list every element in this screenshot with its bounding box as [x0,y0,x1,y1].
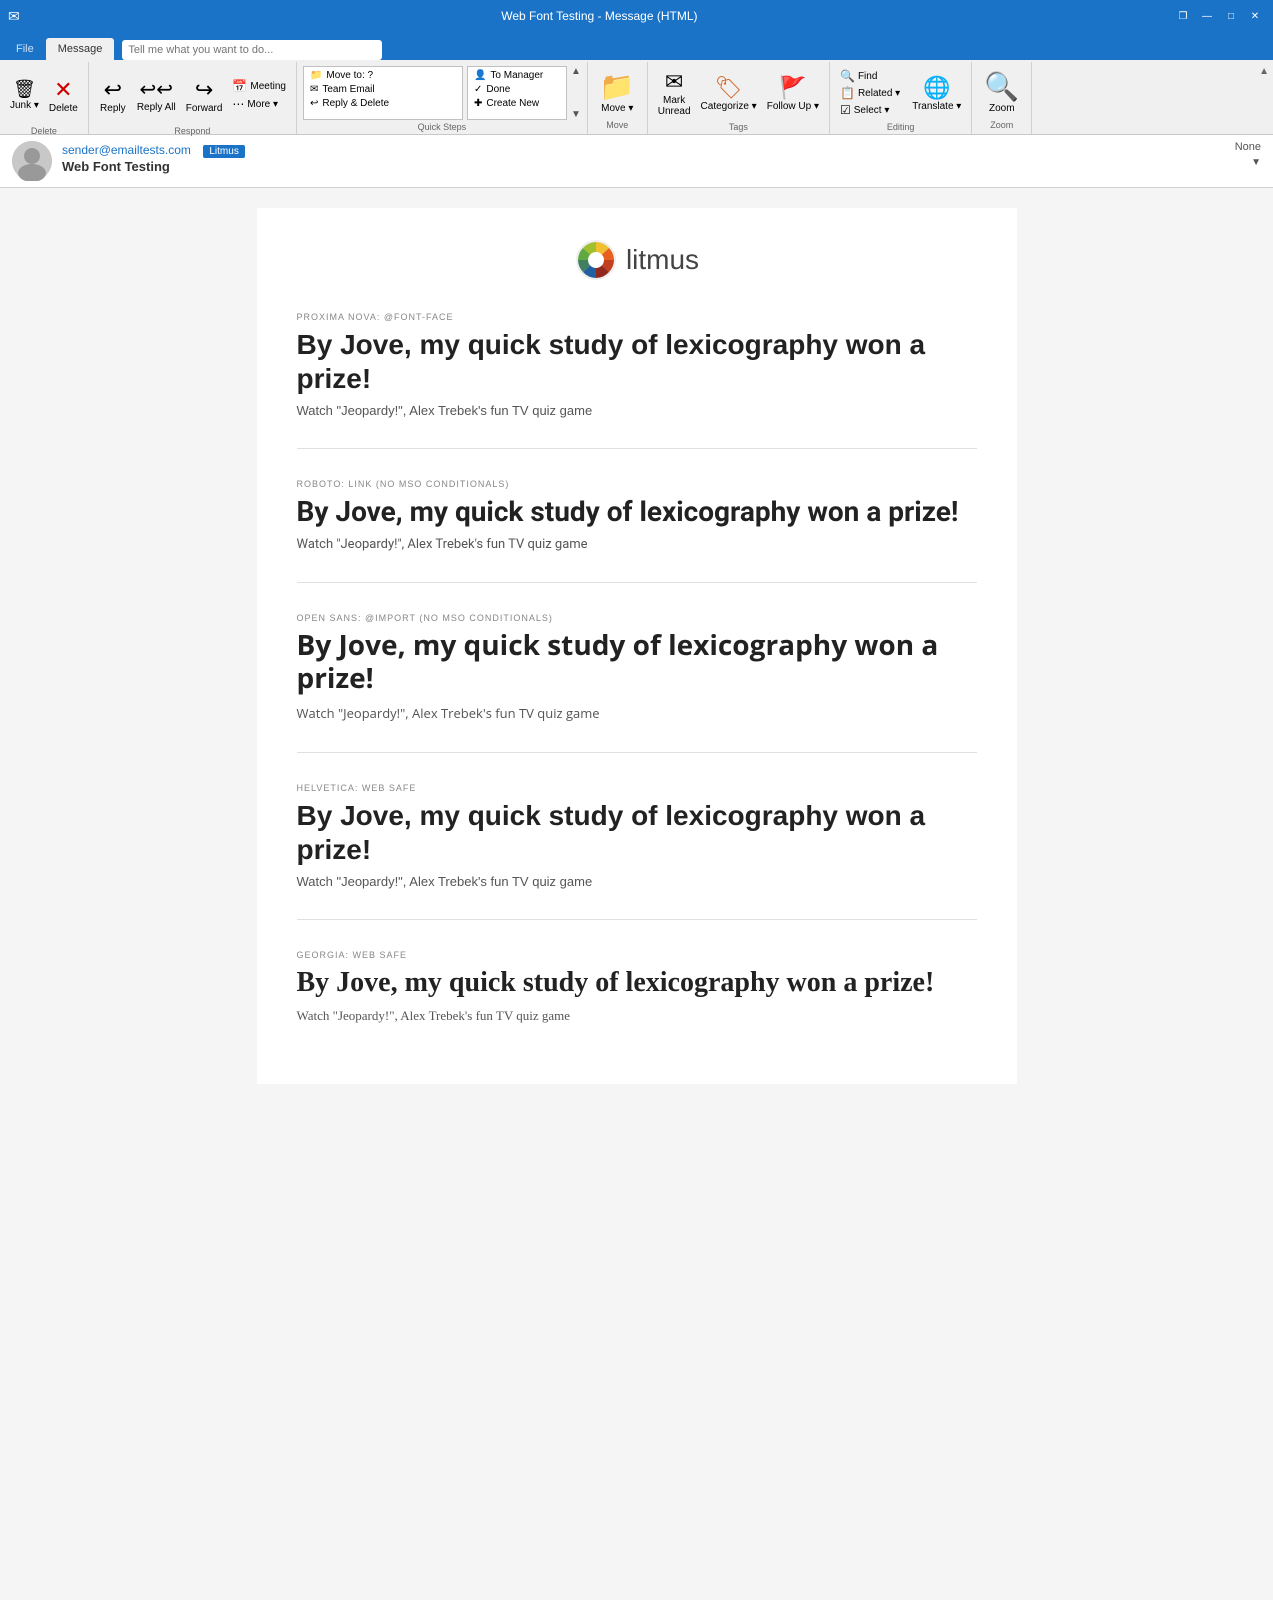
translate-button[interactable]: 🌐 Translate ▾ [908,66,965,120]
email-body: litmus PROXIMA NOVA: @FONT-FACE By Jove,… [257,208,1017,1084]
helvetica-label: HELVETICA: WEB SAFE [297,783,977,793]
email-subject: Web Font Testing [62,159,1225,174]
quick-steps-down[interactable]: ▼ [571,109,581,120]
opensans-heading: By Jove, my quick study of lexicography … [297,629,977,696]
email-content: litmus PROXIMA NOVA: @FONT-FACE By Jove,… [0,188,1273,1600]
window-title: Web Font Testing - Message (HTML) [26,9,1173,23]
font-section-opensans: OPEN SANS: @IMPORT (NO MSO CONDITIONALS)… [297,613,977,753]
sender-avatar [12,141,52,181]
quick-steps-up[interactable]: ▲ [571,66,581,77]
related-button[interactable]: 📋 Related ▾ [836,85,904,101]
quick-steps-label: Quick Steps [418,122,467,132]
email-info: sender@emailtests.com Litmus Web Font Te… [62,141,1225,174]
email-sender-line: sender@emailtests.com Litmus [62,141,1225,159]
window-controls: ❐ — □ ✕ [1173,6,1265,26]
quick-step-create-new[interactable]: ✚ Create New [470,97,564,110]
quick-step-team-email[interactable]: ✉ Team Email [306,83,460,96]
roboto-label: ROBOTO: LINK (NO MSO CONDITIONALS) [297,479,977,489]
move-button[interactable]: 📁 Move ▾ [594,66,641,118]
zoom-button[interactable]: 🔍 Zoom [978,66,1025,118]
email-header: sender@emailtests.com Litmus Web Font Te… [0,135,1273,188]
proxima-heading: By Jove, my quick study of lexicography … [297,328,977,395]
font-section-georgia: GEORGIA: WEB SAFE By Jove, my quick stud… [297,950,977,1054]
email-header-right: None ▼ [1235,141,1261,168]
more-button[interactable]: ⋯ More ▾ [228,96,290,112]
quick-steps-group: 📁 Move to: ? ✉ Team Email ↩ Reply & Dele… [297,62,588,134]
minimize-button[interactable]: — [1197,6,1217,26]
font-section-helvetica: HELVETICA: WEB SAFE By Jove, my quick st… [297,783,977,920]
maximize-button[interactable]: □ [1221,6,1241,26]
font-section-proxima: PROXIMA NOVA: @FONT-FACE By Jove, my qui… [297,312,977,449]
georgia-heading: By Jove, my quick study of lexicography … [297,966,977,1000]
tab-message[interactable]: Message [46,38,115,60]
zoom-label: Zoom [990,120,1013,130]
litmus-logo-icon [574,238,618,282]
quick-steps-panel-2: 👤 To Manager ✓ Done ✚ Create New [467,66,567,120]
helvetica-heading: By Jove, my quick study of lexicography … [297,799,977,866]
proxima-subtext: Watch "Jeopardy!", Alex Trebek's fun TV … [297,403,977,418]
editing-label: Editing [887,122,915,132]
reply-button[interactable]: ↩ Reply [95,66,131,124]
content-area: litmus PROXIMA NOVA: @FONT-FACE By Jove,… [0,188,1273,1600]
forward-button[interactable]: ↪ Forward [182,66,227,124]
ribbon: 🗑 Junk ▾ ✕ Delete Delete ↩ Reply ↩↩ [0,60,1273,135]
litmus-logo: litmus [297,238,977,282]
georgia-subtext: Watch "Jeopardy!", Alex Trebek's fun TV … [297,1008,977,1024]
tab-bar: File Message [0,32,1273,60]
meeting-button[interactable]: 📅 Meeting [228,78,290,94]
litmus-logo-text: litmus [626,244,699,276]
tags-label: Tags [729,122,748,132]
title-bar: ✉ Web Font Testing - Message (HTML) ❐ — … [0,0,1273,32]
junk-button[interactable]: 🗑 Junk ▾ [6,66,43,124]
font-sections: PROXIMA NOVA: @FONT-FACE By Jove, my qui… [297,312,977,1054]
ribbon-collapse-button[interactable]: ▲ [1259,62,1273,134]
delete-button[interactable]: ✕ Delete [45,66,82,124]
categorize-button[interactable]: 🏷 Categorize ▾ [697,66,761,120]
follow-up-button[interactable]: 🚩 Follow Up ▾ [763,66,823,120]
quick-step-done[interactable]: ✓ Done [470,83,564,96]
sender-email: sender@emailtests.com [62,143,191,157]
roboto-subtext: Watch "Jeopardy!", Alex Trebek's fun TV … [297,537,977,552]
opensans-label: OPEN SANS: @IMPORT (NO MSO CONDITIONALS) [297,613,977,623]
editing-group: 🔍 Find 📋 Related ▾ ☑ Select ▾ 🌐 Translat… [830,62,972,134]
ribbon-section: 🗑 Junk ▾ ✕ Delete Delete ↩ Reply ↩↩ [0,62,1273,134]
find-button[interactable]: 🔍 Find [836,68,904,84]
quick-step-reply-delete[interactable]: ↩ Reply & Delete [306,97,460,110]
tab-search-area [122,40,1261,60]
helvetica-subtext: Watch "Jeopardy!", Alex Trebek's fun TV … [297,874,977,889]
close-button[interactable]: ✕ [1245,6,1265,26]
help-button[interactable]: ❐ [1173,6,1193,26]
move-group: 📁 Move ▾ Move [588,62,648,134]
font-section-roboto: ROBOTO: LINK (NO MSO CONDITIONALS) By Jo… [297,479,977,583]
quick-step-move[interactable]: 📁 Move to: ? [306,69,460,82]
tags-group: ✉ MarkUnread 🏷 Categorize ▾ 🚩 Follow Up … [648,62,830,134]
delete-group-label: Delete [31,126,57,136]
search-input[interactable] [122,40,382,60]
zoom-group: 🔍 Zoom Zoom [972,62,1032,134]
quick-step-to-manager[interactable]: 👤 To Manager [470,69,564,82]
respond-group: ↩ Reply ↩↩ Reply All ↪ Forward 📅 Meeting [89,62,297,134]
app-icon: ✉ [8,8,20,25]
quick-steps-panel: 📁 Move to: ? ✉ Team Email ↩ Reply & Dele… [303,66,463,120]
select-button[interactable]: ☑ Select ▾ [836,102,904,118]
georgia-label: GEORGIA: WEB SAFE [297,950,977,960]
move-label: Move [606,120,628,130]
sender-tag: Litmus [203,145,244,158]
mark-unread-button[interactable]: ✉ MarkUnread [654,66,695,120]
reply-all-button[interactable]: ↩↩ Reply All [133,66,180,124]
opensans-subtext: Watch "Jeopardy!", Alex Trebek's fun TV … [297,704,977,722]
tab-file[interactable]: File [4,38,46,60]
email-expand-button[interactable]: ▼ [1251,157,1261,168]
proxima-label: PROXIMA NOVA: @FONT-FACE [297,312,977,322]
respond-group-label: Respond [174,126,210,136]
email-none-label: None [1235,141,1261,153]
roboto-heading: By Jove, my quick study of lexicography … [297,495,977,529]
